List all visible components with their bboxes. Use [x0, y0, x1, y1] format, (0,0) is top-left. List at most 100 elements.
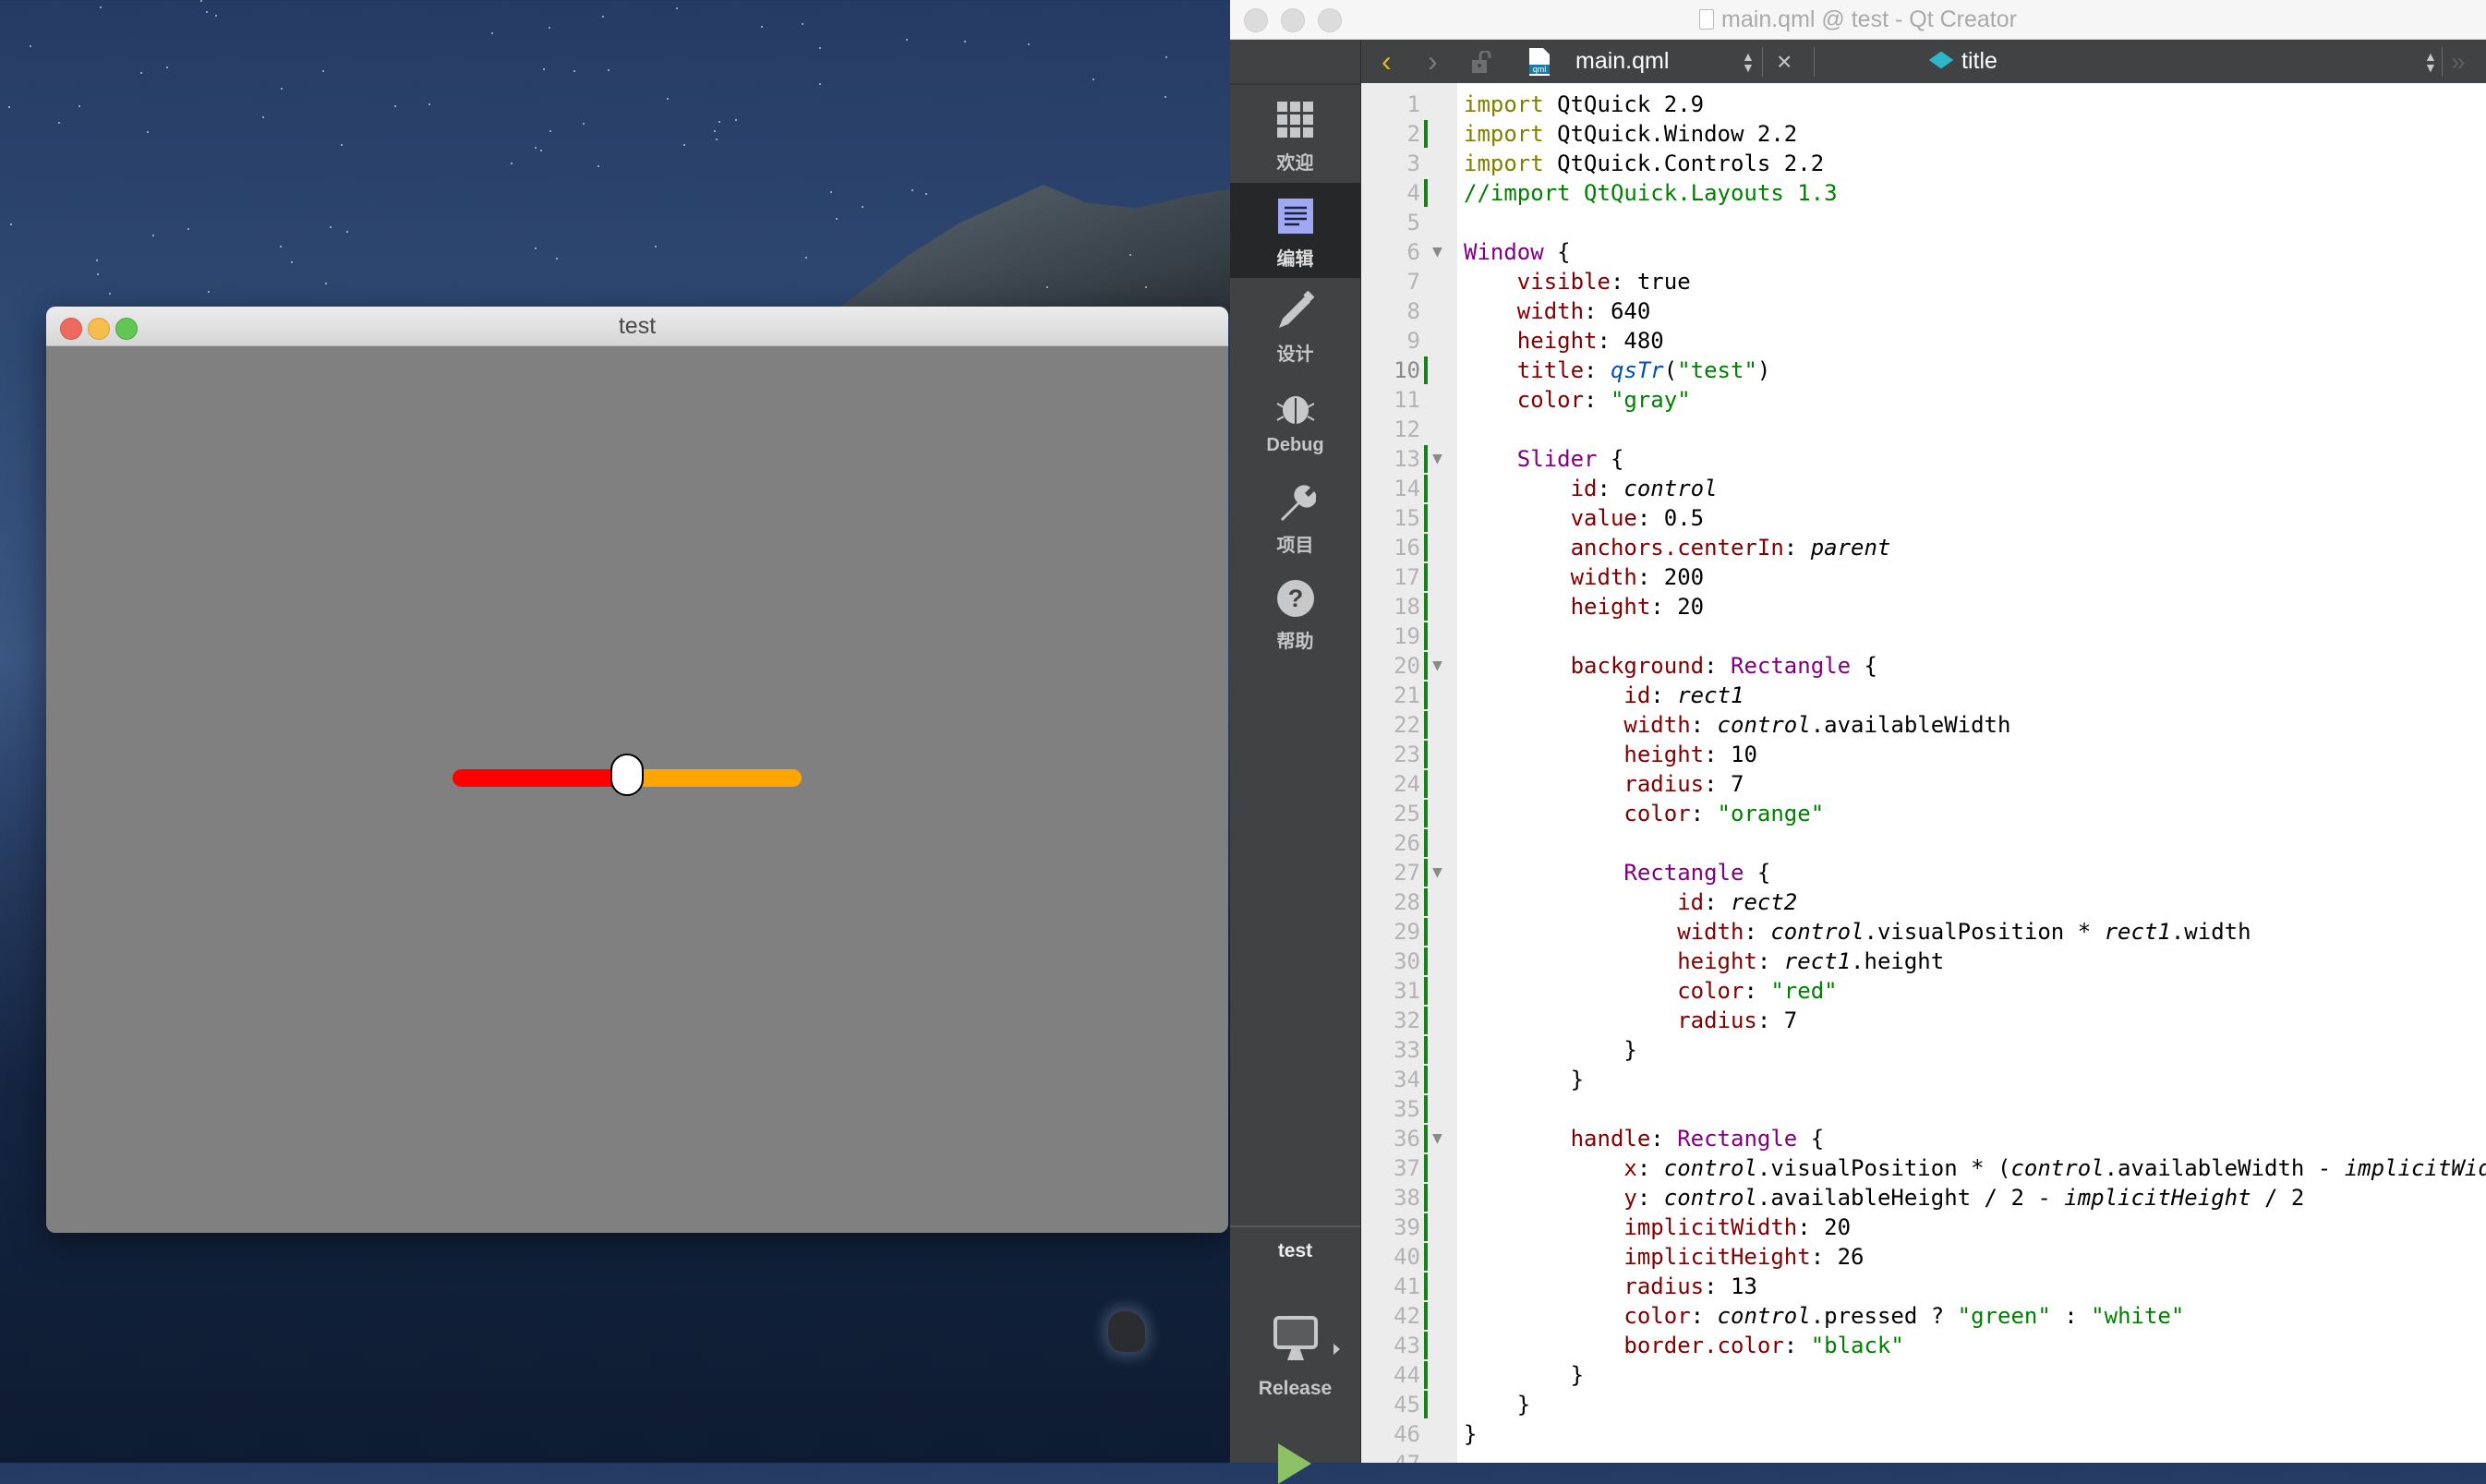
code-line[interactable]: 31 color: "red" [1361, 976, 2486, 1006]
code-line[interactable]: 30 height: rect1.height [1361, 947, 2486, 976]
code-line[interactable]: 29 width: control.visualPosition * rect1… [1361, 917, 2486, 947]
fold-toggle-icon[interactable]: ▼ [1432, 444, 1442, 474]
code-text: Rectangle { [1464, 858, 1770, 887]
code-line[interactable]: 35 [1361, 1094, 2486, 1124]
code-line[interactable]: 32 radius: 7 [1361, 1006, 2486, 1035]
code-line[interactable]: 39 implicitWidth: 20 [1361, 1213, 2486, 1242]
line-number: 38 [1394, 1185, 1420, 1211]
code-line[interactable]: 17 width: 200 [1361, 562, 2486, 592]
code-line[interactable]: 41 radius: 13 [1361, 1272, 2486, 1301]
code-line[interactable]: 37 x: control.visualPosition * (control.… [1361, 1153, 2486, 1183]
code-line[interactable]: 47 [1361, 1449, 2486, 1463]
code-line[interactable]: 9 height: 480 [1361, 326, 2486, 356]
fold-toggle-icon[interactable]: ▼ [1432, 237, 1442, 267]
code-line[interactable]: 15 value: 0.5 [1361, 503, 2486, 533]
test-window-titlebar[interactable]: test [46, 307, 1228, 346]
monitor-icon[interactable] [1273, 1316, 1318, 1362]
code-text: height: 20 [1464, 592, 1705, 621]
code-line[interactable]: 21 id: rect1 [1361, 681, 2486, 710]
mode-edit[interactable]: 编辑 [1230, 182, 1360, 278]
svg-text:qml: qml [1533, 65, 1547, 74]
code-line[interactable]: 38 y: control.availableHeight / 2 - impl… [1361, 1183, 2486, 1213]
change-marker [1424, 918, 1428, 946]
code-line[interactable]: 5 [1361, 208, 2486, 237]
code-token-plain: : [1650, 682, 1678, 708]
line-number: 2 [1406, 121, 1420, 147]
code-line[interactable]: 8 width: 640 [1361, 296, 2486, 326]
star [491, 31, 494, 34]
code-editor[interactable]: 1 import QtQuick 2.9 2 import QtQuick.Windo… [1361, 83, 2486, 1463]
symbol-selector[interactable]: title [1961, 40, 1997, 83]
code-token-str: "white" [2091, 1303, 2185, 1329]
code-token-plain: : 26 [1810, 1244, 1864, 1270]
mode-debug[interactable]: Debug [1230, 374, 1360, 469]
code-line[interactable]: 22 width: control.availableWidth [1361, 710, 2486, 740]
fold-toggle-icon[interactable]: ▼ [1432, 651, 1442, 681]
code-line[interactable]: 13 ▼ Slider { [1361, 444, 2486, 474]
code-line[interactable]: 10 title: qsTr("test") [1361, 356, 2486, 385]
code-token-id: control [2010, 1155, 2105, 1181]
symbol-selector-updown-icon[interactable]: ▲ ▼ [2424, 50, 2437, 74]
code-line[interactable]: 14 id: control [1361, 474, 2486, 503]
code-line[interactable]: 34 } [1361, 1065, 2486, 1094]
qt-creator-titlebar[interactable]: main.qml @ test - Qt Creator [1230, 0, 2486, 40]
double-chevron-icon[interactable]: » [2451, 40, 2466, 83]
code-line[interactable]: 20 ▼ background: Rectangle { [1361, 651, 2486, 681]
kit-selector-arrow-icon[interactable] [1334, 1344, 1340, 1355]
code-token-type: Window [1464, 239, 1544, 265]
code-line[interactable]: 33 } [1361, 1035, 2486, 1065]
code-text: id: rect2 [1464, 887, 1797, 917]
mode-design[interactable]: 设计 [1230, 278, 1360, 373]
code-line[interactable]: 19 [1361, 621, 2486, 651]
code-line[interactable]: 2 import QtQuick.Window 2.2 [1361, 119, 2486, 149]
fold-toggle-icon[interactable]: ▼ [1432, 858, 1442, 887]
code-line[interactable]: 26 [1361, 828, 2486, 858]
star [862, 206, 864, 209]
code-line[interactable]: 28 id: rect2 [1361, 887, 2486, 917]
back-chevron-icon[interactable]: ‹ [1382, 40, 1392, 83]
code-token-prop: id [1623, 682, 1651, 708]
fold-toggle-icon[interactable]: ▼ [1432, 1124, 1442, 1153]
change-marker [1424, 1095, 1428, 1123]
code-token-prop: color [1677, 978, 1744, 1004]
code-line[interactable]: 43 border.color: "black" [1361, 1331, 2486, 1360]
mode-welcome[interactable]: 欢迎 [1230, 87, 1360, 182]
build-config-label[interactable]: Release [1230, 1378, 1360, 1400]
mode-projects[interactable]: 项目 [1230, 469, 1360, 564]
code-token-prop: height [1677, 948, 1757, 974]
code-line[interactable]: 42 color: control.pressed ? "green" : "w… [1361, 1301, 2486, 1331]
code-token-plain: : [1783, 1333, 1811, 1358]
file-selector-updown-icon[interactable]: ▲ ▼ [1742, 50, 1755, 74]
code-line[interactable]: 44 } [1361, 1360, 2486, 1390]
code-line[interactable]: 46} [1361, 1419, 2486, 1449]
mode-help[interactable]: ? 帮助 [1230, 565, 1360, 660]
line-number: 16 [1394, 535, 1420, 561]
code-text: import QtQuick 2.9 [1464, 90, 1704, 119]
code-line[interactable]: 11 color: "gray" [1361, 385, 2486, 415]
code-line[interactable]: 25 color: "orange" [1361, 799, 2486, 828]
code-line[interactable]: 4 //import QtQuick.Layouts 1.3 [1361, 178, 2486, 208]
code-token-cmt: //import QtQuick.Layouts 1.3 [1464, 180, 1838, 206]
slider-handle[interactable] [610, 754, 644, 796]
forward-chevron-icon[interactable]: › [1428, 40, 1438, 83]
code-line[interactable]: 24 radius: 7 [1361, 769, 2486, 799]
open-file-selector[interactable]: main.qml [1575, 40, 1669, 83]
star [325, 283, 328, 285]
unlock-icon[interactable] [1472, 51, 1492, 73]
code-line[interactable]: 40 implicitHeight: 26 [1361, 1242, 2486, 1272]
slider[interactable] [453, 754, 802, 796]
run-button[interactable] [1278, 1443, 1311, 1484]
code-line[interactable]: 6 ▼ Window { [1361, 237, 2486, 267]
code-line[interactable]: 45 } [1361, 1390, 2486, 1419]
code-token-plain: : [1744, 978, 1771, 1004]
code-line[interactable]: 18 height: 20 [1361, 592, 2486, 621]
code-line[interactable]: 12 [1361, 415, 2486, 444]
code-line[interactable]: 1 import QtQuick 2.9 [1361, 90, 2486, 119]
code-line[interactable]: 3 import QtQuick.Controls 2.2 [1361, 149, 2486, 178]
code-line[interactable]: 16 anchors.centerIn: parent [1361, 533, 2486, 562]
code-line[interactable]: 27 ▼ Rectangle { [1361, 858, 2486, 887]
code-line[interactable]: 36 ▼ handle: Rectangle { [1361, 1124, 2486, 1153]
close-document-icon[interactable]: × [1777, 40, 1792, 83]
code-line[interactable]: 7 visible: true [1361, 267, 2486, 296]
code-line[interactable]: 23 height: 10 [1361, 740, 2486, 769]
